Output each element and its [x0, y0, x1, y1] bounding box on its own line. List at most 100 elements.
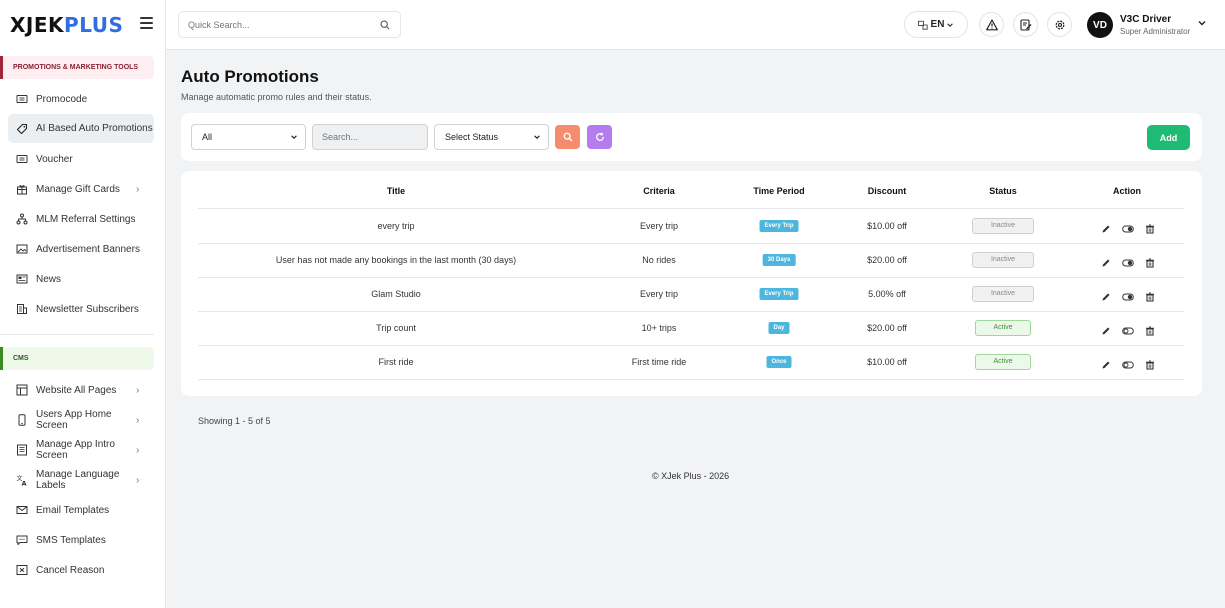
sidebar-item-label: Newsletter Subscribers	[36, 303, 139, 315]
cell-discount: $10.00 off	[867, 357, 907, 367]
sidebar-item-label: Cancel Reason	[36, 564, 105, 576]
gift-icon	[16, 183, 28, 195]
edit-note-icon	[1019, 18, 1031, 31]
sidebar-item-label: News	[36, 273, 62, 285]
pencil-icon	[1102, 259, 1110, 267]
sidebar-item-newsletter-subscribers[interactable]: Newsletter Subscribers	[8, 300, 154, 318]
sidebar-item-label: Advertisement Banners	[36, 243, 140, 255]
filter-search-input[interactable]	[322, 125, 422, 149]
sidebar-item-label: Promocode	[36, 93, 88, 105]
table-row: Trip count 10+ trips Day $20.00 off Active	[198, 311, 1184, 345]
edit-button[interactable]	[1101, 357, 1111, 369]
sidebar-item-voucher[interactable]: Voucher	[8, 150, 154, 168]
layout-icon	[16, 384, 28, 396]
edit-button[interactable]	[1101, 221, 1111, 233]
newspaper-icon	[16, 273, 28, 285]
alerts-button[interactable]	[979, 12, 1004, 37]
sidebar-item-users-app-home-screen[interactable]: Users App Home Screen ›	[8, 406, 154, 434]
quick-search-input[interactable]	[188, 12, 368, 37]
status-filter-select[interactable]: Select Status	[434, 124, 549, 150]
sidebar-divider	[0, 334, 154, 335]
pencil-icon	[1102, 225, 1110, 233]
toggle-status-button[interactable]	[1122, 221, 1134, 233]
toggle-off-icon	[1122, 361, 1134, 369]
filter-bar: All Select Status Add	[181, 113, 1202, 161]
delete-button[interactable]	[1145, 221, 1155, 234]
sidebar-item-website-all-pages[interactable]: Website All Pages ›	[8, 381, 154, 399]
page-subtitle: Manage automatic promo rules and their s…	[181, 92, 372, 102]
search-button[interactable]	[555, 125, 580, 149]
reset-button[interactable]	[587, 125, 612, 149]
sidebar-item-manage-language-labels[interactable]: 文 A Manage Language Labels ›	[8, 466, 154, 494]
edit-button[interactable]	[1101, 289, 1111, 301]
type-filter-select[interactable]: All	[191, 124, 306, 150]
menu-toggle-icon[interactable]	[140, 17, 153, 29]
image-icon	[16, 243, 28, 255]
pencil-icon	[1102, 327, 1110, 335]
cell-criteria: 10+ trips	[641, 323, 677, 333]
language-selector[interactable]: EN	[904, 11, 968, 38]
status-badge: Inactive	[972, 252, 1034, 268]
cell-discount: 5.00% off	[868, 289, 906, 299]
edit-button[interactable]	[1101, 255, 1111, 267]
sidebar-item-email-templates[interactable]: Email Templates	[8, 501, 154, 519]
edit-button[interactable]	[1101, 323, 1111, 335]
row-divider	[198, 379, 1184, 380]
page-title: Auto Promotions	[181, 67, 319, 86]
trash-icon	[1146, 292, 1154, 302]
toggle-status-button[interactable]	[1122, 255, 1134, 267]
notes-button[interactable]	[1013, 12, 1038, 37]
toggle-on-icon	[1122, 225, 1134, 233]
delete-button[interactable]	[1145, 255, 1155, 268]
pencil-icon	[1102, 293, 1110, 301]
sidebar-item-label: AI Based Auto Promotions	[36, 123, 153, 134]
user-menu-chevron-icon[interactable]	[1197, 18, 1207, 28]
trash-icon	[1146, 326, 1154, 336]
toggle-status-button[interactable]	[1122, 289, 1134, 301]
table-row: every trip Every trip Every Trip $10.00 off…	[198, 209, 1184, 243]
sidebar-item-manage-gift-cards[interactable]: Manage Gift Cards ›	[8, 180, 154, 198]
toggle-on-icon	[1122, 293, 1134, 301]
sidebar-item-ai-based-auto-promotions[interactable]: AI Based Auto Promotions	[8, 114, 154, 143]
avatar[interactable]: VD	[1087, 12, 1113, 38]
trash-icon	[1146, 258, 1154, 268]
sidebar-item-label: Manage Gift Cards	[36, 183, 120, 195]
chevron-right-icon: ›	[136, 444, 140, 456]
column-header-status: Status	[989, 186, 1017, 196]
sidebar-item-advertisement-banners[interactable]: Advertisement Banners	[8, 240, 154, 258]
delete-button[interactable]	[1145, 323, 1155, 336]
toggle-status-button[interactable]	[1122, 323, 1134, 335]
trash-icon	[1146, 360, 1154, 370]
sidebar-item-mlm-referral-settings[interactable]: MLM Referral Settings	[8, 210, 154, 228]
user-name: V3C Driver	[1120, 14, 1172, 25]
time-period-badge: Day	[768, 322, 790, 334]
filter-search[interactable]	[312, 124, 428, 150]
sidebar-item-label: Users App Home Screen	[36, 409, 112, 431]
section-cms: CMS	[0, 347, 154, 370]
chevron-right-icon: ›	[136, 474, 140, 486]
cell-title: Glam Studio	[371, 289, 421, 299]
network-icon	[16, 213, 28, 225]
toggle-status-button[interactable]	[1122, 357, 1134, 369]
sidebar-item-cancel-reason[interactable]: Cancel Reason	[8, 561, 154, 579]
sidebar-item-label: Manage App Intro Screen	[36, 439, 115, 461]
column-header-action: Action	[1113, 186, 1141, 196]
sidebar-item-label: MLM Referral Settings	[36, 213, 136, 225]
search-icon[interactable]	[380, 20, 390, 30]
type-filter-value: All	[202, 132, 213, 142]
chat-icon	[16, 534, 28, 546]
sidebar-item-news[interactable]: News	[8, 270, 154, 288]
status-filter-value: Select Status	[445, 132, 499, 142]
delete-button[interactable]	[1145, 357, 1155, 370]
quick-search[interactable]	[178, 11, 401, 38]
delete-button[interactable]	[1145, 289, 1155, 302]
cell-criteria: Every trip	[639, 289, 679, 299]
add-button[interactable]: Add	[1147, 125, 1190, 150]
sidebar-item-sms-templates[interactable]: SMS Templates	[8, 531, 154, 549]
sidebar-item-label: SMS Templates	[36, 534, 106, 546]
sidebar-item-promocode[interactable]: Promocode	[8, 90, 154, 108]
settings-button[interactable]	[1047, 12, 1072, 37]
column-header-time-period: Time Period	[753, 186, 805, 196]
brand-logo[interactable]: XJEKPLUS	[10, 13, 123, 37]
sidebar-item-manage-app-intro-screen[interactable]: Manage App Intro Screen ›	[8, 436, 154, 464]
